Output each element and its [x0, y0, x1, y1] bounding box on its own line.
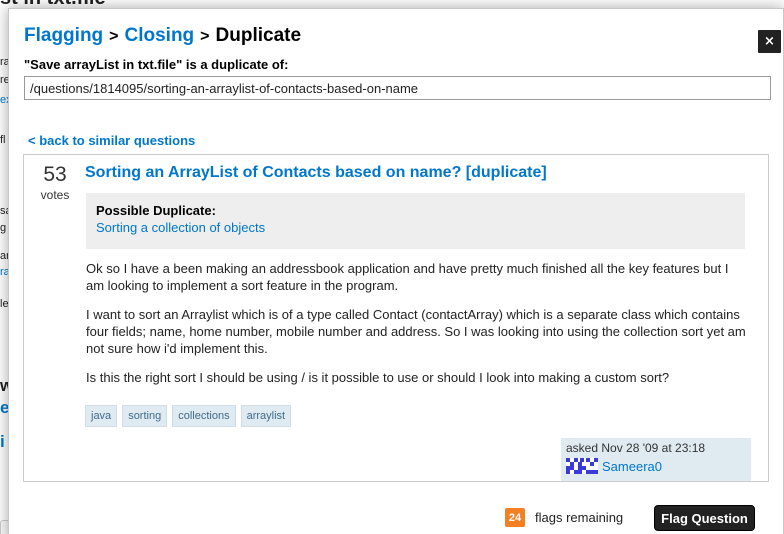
question-paragraph: I want to sort an Arraylist which is of …	[86, 307, 746, 356]
question-paragraph: Ok so I have a been making an addressboo…	[86, 261, 729, 293]
flag-question-button[interactable]: Flag Question	[654, 505, 755, 531]
tag-collections[interactable]: collections	[172, 405, 236, 427]
flags-remaining-badge: 24	[505, 508, 525, 527]
background-fragment: g	[0, 222, 7, 234]
tag-arraylist[interactable]: arraylist	[240, 405, 292, 427]
background-fragment: re	[0, 74, 8, 86]
tag-java[interactable]: java	[85, 405, 118, 427]
user-info: Sameera0	[566, 458, 746, 474]
background-fragment: sa	[0, 205, 8, 217]
back-to-similar-questions-link[interactable]: < back to similar questions	[28, 133, 195, 148]
possible-duplicate-heading: Possible Duplicate:	[96, 203, 216, 218]
vote-label: votes	[40, 188, 70, 202]
background-fragment: ar	[0, 250, 8, 262]
background-fragment: le	[0, 298, 8, 310]
question-preview: 53 votes Sorting an ArrayList of Contact…	[23, 154, 769, 482]
breadcrumb-current: Duplicate	[215, 25, 302, 46]
asked-timestamp: asked Nov 28 '09 at 23:18	[566, 441, 706, 455]
possible-duplicate-notice: Possible Duplicate: Sorting a collection…	[86, 193, 745, 249]
tag-sorting[interactable]: sorting	[122, 405, 168, 427]
possible-duplicate-link[interactable]: Sorting a collection of objects	[96, 220, 745, 235]
question-paragraph: Is this the right sort I should be using…	[86, 370, 670, 385]
vote-count-block: 53 votes	[26, 163, 84, 203]
flag-duplicate-dialog: Flagging > Closing > Duplicate × "Save array…	[8, 8, 784, 534]
breadcrumb-separator: >	[109, 28, 119, 45]
background-fragment: fl	[0, 134, 6, 146]
close-button[interactable]: ×	[758, 30, 781, 53]
user-name-link[interactable]: Sameera0	[602, 459, 662, 474]
question-body: Ok so I have a been making an addressboo…	[86, 260, 748, 398]
question-owner-card: asked Nov 28 '09 at 23:18 Sameera0	[561, 438, 751, 481]
duplicate-of-label: "Save arrayList in txt.file" is a duplic…	[24, 57, 289, 72]
breadcrumb: Flagging > Closing > Duplicate	[24, 25, 301, 47]
avatar[interactable]	[566, 458, 598, 474]
breadcrumb-closing-link[interactable]: Closing	[125, 25, 195, 46]
question-title-link[interactable]: Sorting an ArrayList of Contacts based o…	[85, 164, 547, 182]
background-fragment: ex	[0, 94, 8, 106]
duplicate-url-input[interactable]	[24, 76, 771, 100]
tag-list: java sorting collections arraylist	[85, 405, 292, 427]
vote-count: 53	[43, 163, 67, 186]
background-fragment: ra	[0, 266, 8, 278]
breadcrumb-flagging-link[interactable]: Flagging	[24, 25, 103, 46]
breadcrumb-separator: >	[200, 28, 210, 45]
close-icon: ×	[764, 34, 775, 49]
flags-remaining-label: flags remaining	[535, 510, 624, 525]
background-fragment: ra	[0, 56, 8, 68]
